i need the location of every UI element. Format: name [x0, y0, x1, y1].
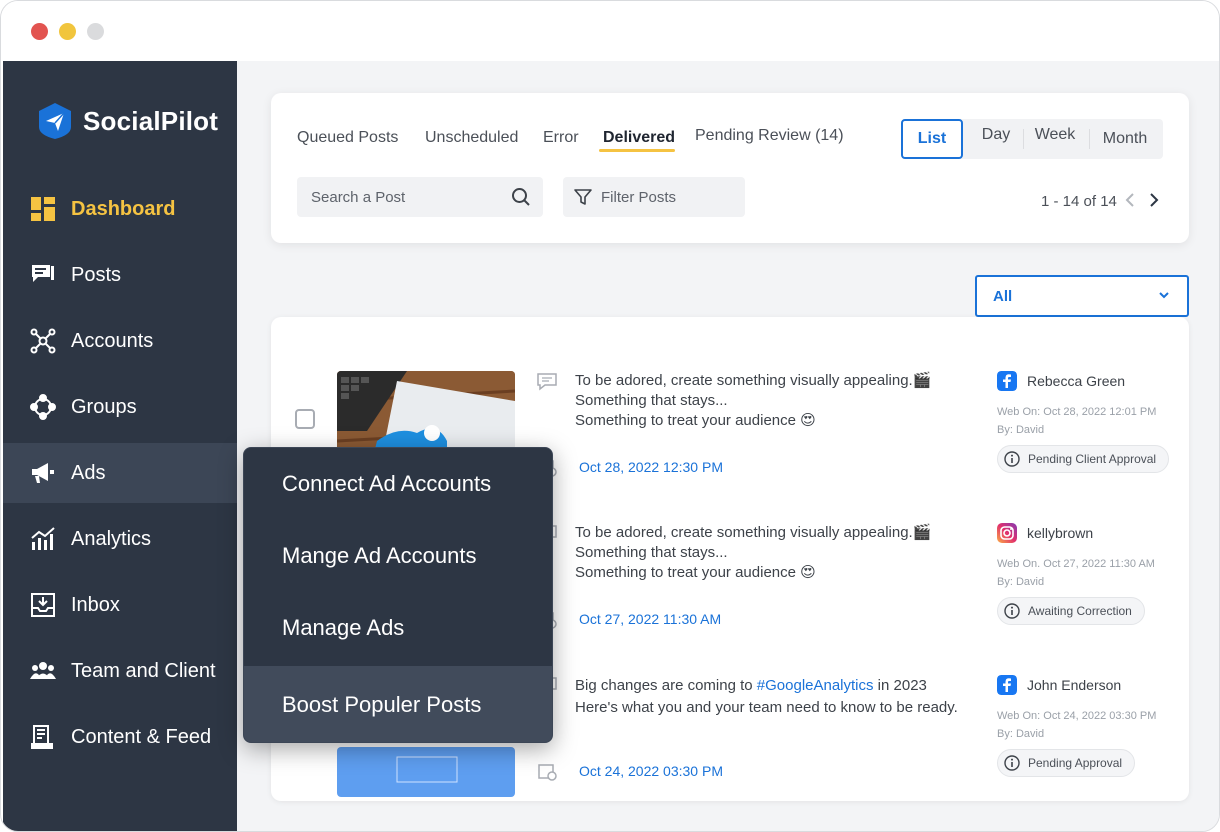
- menu-item-connect-ad-accounts[interactable]: Connect Ad Accounts: [244, 448, 552, 520]
- instagram-icon: [997, 523, 1017, 543]
- post-thumbnail[interactable]: [337, 747, 515, 797]
- sidebar-item-label: Content & Feed: [71, 725, 212, 748]
- account-filter-value: All: [993, 288, 1013, 305]
- brand-name: SocialPilot: [83, 105, 219, 136]
- sidebar-item-label: Dashboard: [71, 197, 176, 220]
- minimize-window-button[interactable]: [59, 23, 76, 40]
- ads-submenu: Connect Ad Accounts Mange Ad Accounts Ma…: [243, 447, 553, 743]
- megaphone-icon: [29, 459, 57, 487]
- view-divider: [1089, 129, 1090, 149]
- sidebar-item-label: Accounts: [71, 329, 154, 352]
- sidebar-item-label: Ads: [71, 461, 106, 484]
- team-icon: [29, 657, 57, 685]
- active-tab-indicator: [599, 149, 675, 152]
- view-switcher: List Day Week Month: [901, 119, 1163, 159]
- info-icon: [1004, 603, 1020, 619]
- sidebar-item-inbox[interactable]: Inbox: [3, 575, 237, 635]
- sidebar-item-label: Groups: [71, 395, 137, 418]
- info-icon: [1004, 451, 1020, 467]
- sidebar-item-ads[interactable]: Ads: [3, 443, 237, 503]
- menu-item-manage-ads[interactable]: Manage Ads: [244, 592, 552, 664]
- search-icon[interactable]: [511, 187, 531, 207]
- search-input[interactable]: [311, 188, 501, 206]
- post-checkbox[interactable]: [295, 409, 315, 429]
- account-name: Rebecca Green: [1027, 373, 1126, 389]
- menu-item-boost-popular-posts[interactable]: Boost Populer Posts: [244, 666, 552, 742]
- sidebar-item-label: Team and Client: [71, 659, 216, 682]
- account-name: kellybrown: [1027, 525, 1094, 541]
- pagination-text: 1 - 14 of 14: [1041, 193, 1117, 210]
- sidebar: SocialPilot Dashboard Posts Accounts Gro…: [3, 61, 237, 831]
- chevron-right-icon[interactable]: [1147, 191, 1161, 209]
- info-icon: [1004, 755, 1020, 771]
- hashtag-link[interactable]: #GoogleAnalytics: [757, 677, 874, 694]
- view-day-button[interactable]: Day: [971, 115, 1021, 155]
- content-feed-icon: [29, 723, 57, 751]
- post-meta: Web On: Oct 24, 2022 03:30 PM By: David: [997, 710, 1157, 740]
- view-week-button[interactable]: Week: [1025, 115, 1085, 155]
- sidebar-item-label: Analytics: [71, 527, 152, 550]
- sidebar-item-accounts[interactable]: Accounts: [3, 311, 237, 371]
- sidebar-item-content-feed[interactable]: Content & Feed: [3, 707, 237, 767]
- sidebar-item-team-and-client[interactable]: Team and Client: [3, 641, 237, 701]
- sidebar-item-label: Posts: [71, 263, 122, 286]
- groups-icon: [29, 393, 57, 421]
- chevron-down-icon: [1159, 292, 1169, 299]
- post-text: Big changes are coming to #GoogleAnalyti…: [575, 677, 958, 716]
- tab-error[interactable]: Error: [543, 129, 579, 147]
- sidebar-item-analytics[interactable]: Analytics: [3, 509, 237, 569]
- posts-toolbar: Queued Posts Unscheduled Error Delivered…: [271, 93, 1189, 243]
- facebook-icon: [997, 371, 1017, 391]
- list-item: To be adored, create something visually …: [271, 317, 1189, 481]
- post-meta: Web On: Oct 28, 2022 12:01 PM By: David: [997, 406, 1157, 436]
- analytics-icon: [29, 525, 57, 553]
- account-filter-select[interactable]: All: [975, 275, 1189, 317]
- post-text: To be adored, create something visually …: [575, 372, 932, 429]
- tab-delivered[interactable]: Delivered: [603, 129, 675, 147]
- dashboard-icon: [29, 195, 57, 223]
- tab-pending-review[interactable]: Pending Review (14): [695, 127, 844, 145]
- status-badge: Pending Approval: [997, 749, 1136, 777]
- calendar-clock-icon: [538, 764, 557, 781]
- account-name: John Enderson: [1027, 677, 1122, 693]
- socialpilot-logo-icon: [39, 103, 71, 139]
- chevron-left-icon[interactable]: [1123, 191, 1137, 209]
- accounts-icon: [29, 327, 57, 355]
- sidebar-item-label: Inbox: [71, 593, 120, 616]
- tab-queued-posts[interactable]: Queued Posts: [297, 129, 398, 147]
- sidebar-item-dashboard[interactable]: Dashboard: [3, 179, 237, 239]
- title-bar: [1, 1, 1219, 61]
- filter-icon: [574, 189, 592, 205]
- close-window-button[interactable]: [31, 23, 48, 40]
- view-list-button[interactable]: List: [901, 119, 963, 159]
- brand-logo[interactable]: SocialPilot: [35, 101, 218, 141]
- view-divider: [1023, 129, 1024, 149]
- inbox-icon: [29, 591, 57, 619]
- message-icon: [537, 373, 557, 391]
- post-text: To be adored, create something visually …: [575, 524, 932, 581]
- facebook-icon: [997, 675, 1017, 695]
- posts-icon: [29, 261, 57, 289]
- maximize-window-button[interactable]: [87, 23, 104, 40]
- tab-unscheduled[interactable]: Unscheduled: [425, 129, 518, 147]
- sidebar-item-posts[interactable]: Posts: [3, 245, 237, 305]
- app-window: SocialPilot Dashboard Posts Accounts Gro…: [0, 0, 1220, 832]
- sidebar-item-groups[interactable]: Groups: [3, 377, 237, 437]
- menu-item-manage-ad-accounts[interactable]: Mange Ad Accounts: [244, 520, 552, 592]
- search-field: [297, 177, 543, 217]
- filter-label: Filter Posts: [601, 188, 677, 206]
- post-date: Oct 24, 2022 03:30 PM: [579, 763, 723, 779]
- view-month-button[interactable]: Month: [1093, 119, 1157, 159]
- filter-posts-button[interactable]: Filter Posts: [563, 177, 745, 217]
- post-meta: Web On. Oct 27, 2022 11:30 AM By: David: [997, 558, 1155, 588]
